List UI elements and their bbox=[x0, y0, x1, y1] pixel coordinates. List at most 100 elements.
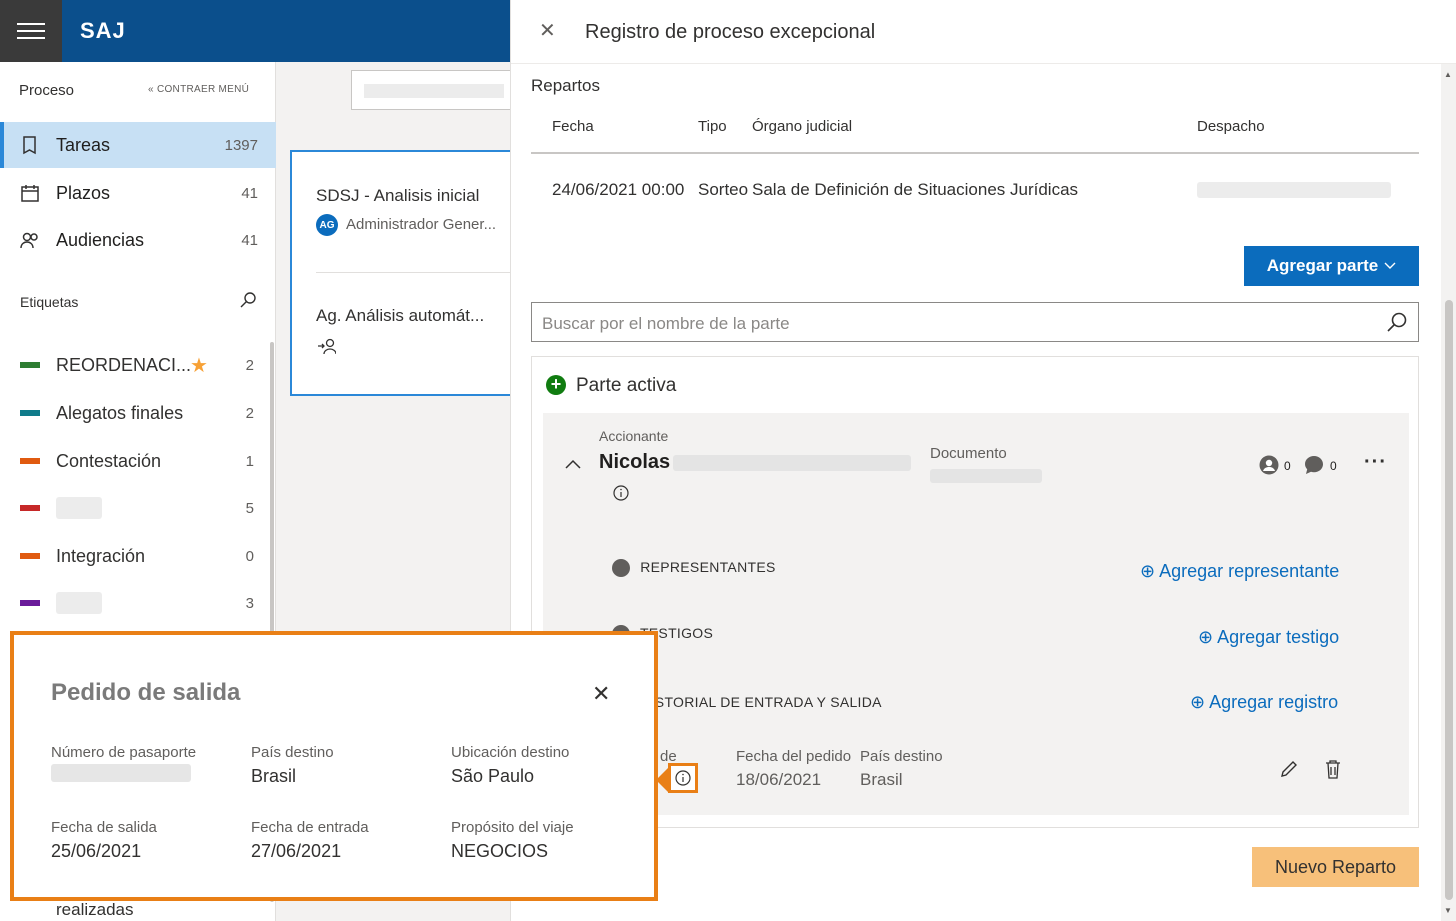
search-icon[interactable] bbox=[240, 292, 256, 308]
redacted-label bbox=[56, 592, 102, 614]
table-header-divider bbox=[531, 152, 1419, 154]
record-date-label: Fecha del pedido bbox=[736, 748, 852, 765]
sidebar-item-tareas[interactable]: Tareas 1397 bbox=[0, 122, 276, 168]
close-icon[interactable]: ✕ bbox=[539, 18, 556, 43]
field-value: São Paulo bbox=[451, 766, 535, 786]
field-value: 25/06/2021 bbox=[51, 841, 142, 861]
tag-item[interactable]: 5 bbox=[0, 493, 270, 523]
scroll-up-icon[interactable]: ▲ bbox=[1444, 70, 1452, 79]
tag-item[interactable]: Integración 0 bbox=[0, 541, 270, 571]
scroll-down-icon[interactable]: ▼ bbox=[1444, 906, 1452, 915]
hamburger-menu-icon[interactable] bbox=[0, 0, 62, 62]
scroll-thumb[interactable] bbox=[1445, 300, 1453, 900]
redacted-label bbox=[56, 497, 102, 519]
tag-count: 0 bbox=[245, 547, 254, 565]
add-representante-label: Agregar representante bbox=[1159, 561, 1340, 581]
field-label: Fecha de entrada bbox=[251, 819, 369, 836]
redacted-text bbox=[364, 84, 504, 98]
star-icon: ★ bbox=[190, 354, 208, 377]
repartos-title: Repartos bbox=[531, 76, 600, 95]
sidebar-item-count: 41 bbox=[241, 231, 258, 249]
tag-item[interactable]: REORDENACI... ★ 2 bbox=[0, 350, 270, 380]
app-title: SAJ bbox=[80, 18, 126, 43]
party-name: Nicolas bbox=[599, 451, 671, 473]
tag-item[interactable]: Contestación 1 bbox=[0, 446, 270, 476]
info-icon[interactable] bbox=[613, 485, 629, 501]
tag-count: 1 bbox=[245, 452, 254, 470]
field-label: Fecha de salida bbox=[51, 819, 157, 836]
column-header: Despacho bbox=[1197, 118, 1265, 135]
sidebar-item-audiencias[interactable]: Audiencias 41 bbox=[0, 217, 276, 263]
field-label: Número de pasaporte bbox=[51, 744, 197, 761]
comment-icon[interactable] bbox=[1304, 455, 1324, 475]
popup-callout-arrow bbox=[656, 768, 668, 792]
labels-heading: Etiquetas bbox=[20, 294, 79, 310]
sidebar-item-count: 1397 bbox=[224, 136, 258, 154]
chevron-down-icon bbox=[1384, 262, 1396, 269]
divider bbox=[316, 272, 516, 273]
historial-label: HISTORIAL DE ENTRADA Y SALIDA bbox=[640, 694, 882, 710]
search-placeholder: Buscar por el nombre de la parte bbox=[542, 314, 790, 333]
add-party-button[interactable]: Agregar parte bbox=[1244, 246, 1419, 286]
tag-label: Integración bbox=[56, 545, 146, 566]
highlighted-info-icon[interactable] bbox=[668, 763, 698, 793]
party-role: Accionante bbox=[599, 428, 669, 444]
assign-user-icon bbox=[318, 338, 336, 354]
column-header: Tipo bbox=[698, 118, 727, 135]
exit-request-popup: Pedido de salida ✕ Número de pasaporte P… bbox=[10, 631, 658, 901]
tag-item[interactable]: 3 bbox=[0, 588, 270, 618]
sidebar-item-count: 41 bbox=[241, 184, 258, 202]
document-label: Documento bbox=[930, 445, 1007, 462]
panel-header: ✕ Registro de proceso excepcional bbox=[511, 0, 1456, 64]
party-section-title: Parte activa bbox=[576, 375, 677, 396]
record-country-label: País destino bbox=[860, 748, 943, 765]
edit-icon[interactable] bbox=[1279, 759, 1299, 779]
sidebar-item-label: Plazos bbox=[56, 182, 111, 203]
redacted-passport bbox=[51, 764, 191, 782]
tag-count: 5 bbox=[245, 499, 254, 517]
task-search-input[interactable] bbox=[351, 70, 521, 110]
tag-color-bar bbox=[20, 458, 40, 464]
tag-color-bar bbox=[20, 600, 40, 606]
sidebar-footer-text: realizadas bbox=[56, 900, 134, 919]
sidebar-heading: Proceso bbox=[19, 82, 75, 99]
task-card[interactable]: SDSJ - Analisis inicial AG Administrador… bbox=[290, 150, 520, 396]
more-options-icon[interactable]: ··· bbox=[1364, 451, 1387, 474]
tag-label: REORDENACI... bbox=[56, 354, 192, 375]
panel-scrollbar[interactable]: ▲ ▼ bbox=[1441, 64, 1456, 921]
party-section: + Parte activa Accionante Nicolas Docume… bbox=[531, 356, 1419, 828]
collapse-menu-label: CONTRAER MENÚ bbox=[156, 84, 250, 95]
tag-item[interactable]: Alegatos finales 2 bbox=[0, 398, 270, 428]
sidebar-item-label: Tareas bbox=[56, 134, 111, 155]
trash-icon[interactable] bbox=[1325, 759, 1341, 779]
representantes-header: REPRESENTANTES bbox=[612, 559, 776, 578]
plus-circle-icon: ⊕ bbox=[1190, 692, 1206, 712]
field-value: NEGOCIOS bbox=[451, 841, 549, 861]
representatives-count: 0 bbox=[1284, 459, 1291, 473]
field-label: Ubicación destino bbox=[451, 744, 570, 761]
tag-color-bar bbox=[20, 410, 40, 416]
book-icon bbox=[23, 136, 36, 155]
add-party-label: Agregar parte bbox=[1266, 256, 1379, 275]
add-circle-icon[interactable]: + bbox=[546, 375, 566, 395]
add-testigo-link[interactable]: ⊕ Agregar testigo bbox=[1198, 627, 1339, 648]
sidebar-item-plazos[interactable]: Plazos 41 bbox=[0, 170, 276, 216]
new-reparto-button[interactable]: Nuevo Reparto bbox=[1252, 847, 1419, 887]
table-cell: 24/06/2021 00:00 bbox=[552, 180, 685, 199]
add-registro-label: Agregar registro bbox=[1209, 692, 1339, 712]
add-registro-link[interactable]: ⊕ Agregar registro bbox=[1190, 692, 1338, 713]
collapse-menu-button[interactable]: « CONTRAER MENÚ bbox=[148, 84, 249, 95]
info-icon bbox=[675, 770, 691, 786]
tag-color-bar bbox=[20, 553, 40, 559]
sidebar-item-label: Audiencias bbox=[56, 229, 145, 250]
search-icon[interactable] bbox=[1386, 311, 1408, 333]
close-icon[interactable]: ✕ bbox=[592, 681, 610, 707]
task-title: Ag. Análisis automát... bbox=[316, 306, 485, 325]
add-representante-link[interactable]: ⊕ Agregar representante bbox=[1140, 561, 1339, 582]
party-search-input[interactable]: Buscar por el nombre de la parte bbox=[531, 302, 1419, 342]
redacted-surname bbox=[673, 455, 911, 471]
field-label: País destino bbox=[251, 744, 334, 761]
column-header: Fecha bbox=[552, 118, 594, 135]
user-circle-icon bbox=[1259, 455, 1279, 475]
chevron-up-icon[interactable] bbox=[565, 459, 581, 469]
